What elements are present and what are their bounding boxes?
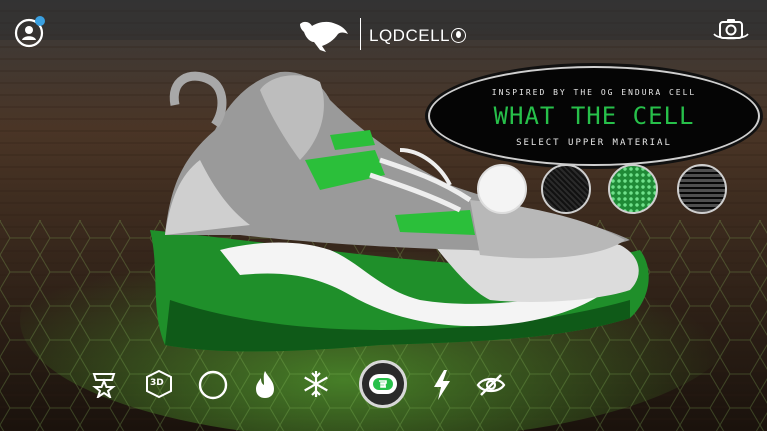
panel-subtitle: SELECT UPPER MATERIAL: [516, 138, 672, 148]
fire-icon: [256, 371, 274, 398]
droplet-icon: [451, 28, 466, 43]
panel-kicker: INSPIRED BY THE OG ENDURA CELL: [491, 88, 697, 97]
brand-name: LQDCELL: [369, 26, 450, 45]
snowflake-button[interactable]: [300, 368, 332, 400]
lightning-button[interactable]: [428, 368, 456, 402]
logo-divider: [360, 18, 361, 50]
panel-title: WHAT THE CELL: [493, 102, 695, 130]
awards-icon: [92, 373, 116, 398]
hide-icon: [476, 374, 506, 396]
puma-logo: [300, 21, 348, 52]
hide-button[interactable]: [474, 370, 508, 400]
black-white-print-material-swatch[interactable]: [677, 164, 727, 214]
snowflake-icon: [304, 371, 328, 397]
fire-button[interactable]: [250, 368, 280, 400]
circle-button[interactable]: [196, 368, 230, 402]
awards-button[interactable]: [88, 368, 120, 400]
3d-view-button[interactable]: 3D: [143, 368, 175, 400]
black-knit-material-swatch[interactable]: [541, 164, 591, 214]
ar-camera-icon: [713, 19, 749, 40]
profile-icon: [14, 16, 45, 48]
cell-logo-button[interactable]: [359, 360, 407, 408]
profile-button[interactable]: [13, 15, 47, 49]
cell-logo-icon: [369, 374, 397, 394]
white-material-swatch[interactable]: [477, 164, 527, 214]
circle-icon: [198, 370, 228, 400]
ar-camera-button[interactable]: [712, 16, 750, 46]
lightning-icon: [434, 370, 450, 400]
material-info-panel: INSPIRED BY THE OG ENDURA CELL WHAT THE …: [428, 66, 760, 166]
green-hex-material-swatch[interactable]: [608, 164, 658, 214]
3d-view-label: 3D: [150, 378, 164, 388]
